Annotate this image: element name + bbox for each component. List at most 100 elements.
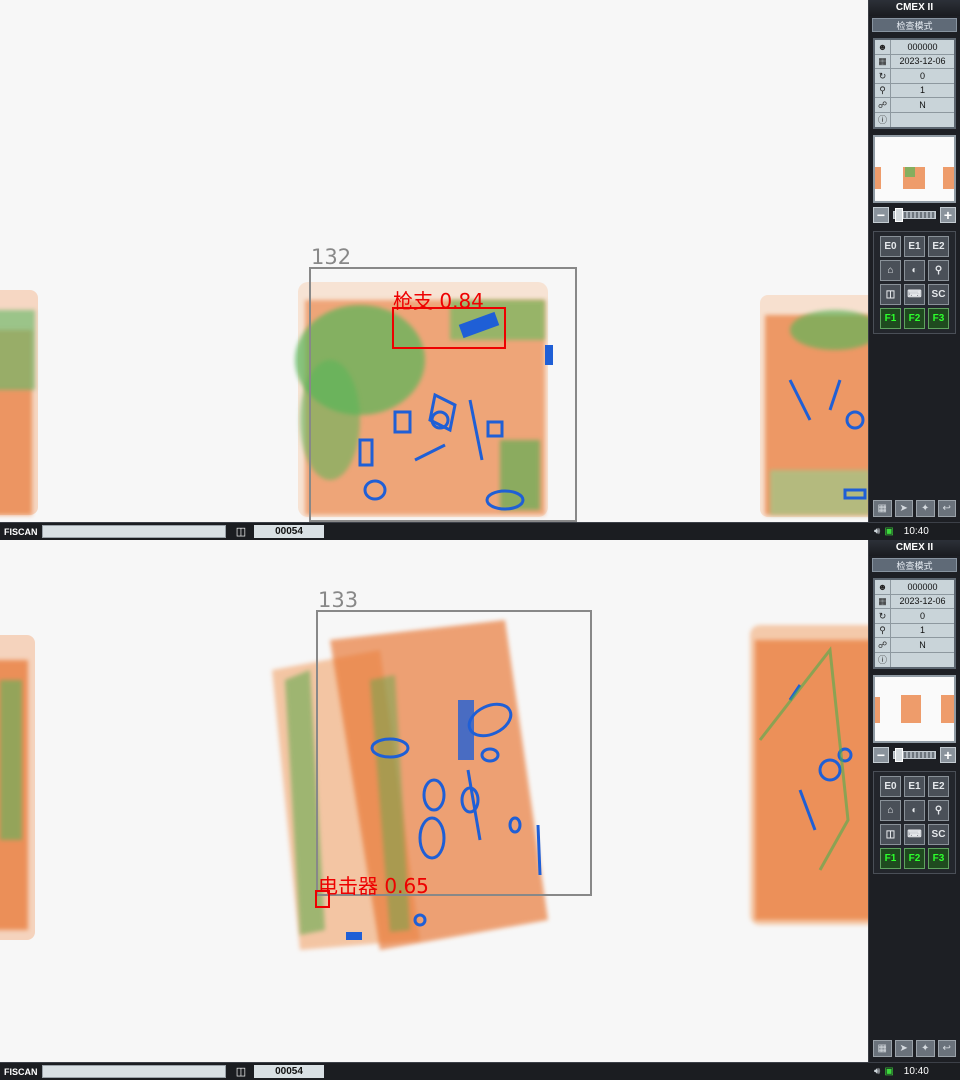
e2-button[interactable]: E2 bbox=[928, 776, 949, 797]
keyboard-icon[interactable]: ⌨ bbox=[904, 284, 925, 305]
zoom-slider[interactable]: − + bbox=[873, 207, 956, 223]
magnify-icon: ⚲ bbox=[875, 623, 891, 638]
network-icon: ☍ bbox=[875, 97, 891, 112]
mode-indicator: 检查模式 bbox=[872, 558, 957, 572]
panel-footer: ▦ ➤ ✦ ↩ bbox=[873, 1040, 956, 1058]
e0-button[interactable]: E0 bbox=[880, 776, 901, 797]
xray-viewport[interactable]: 133 电击器 0.65 bbox=[0, 540, 868, 1062]
bag-number-label: 132 bbox=[311, 245, 352, 269]
status-bar: FISCAN ◫ 00054 🔊︎ ▣ 10:40 bbox=[0, 1062, 960, 1080]
scanner-screen-bottom: 133 电击器 0.65 CMEX II 检查模式 ☻ 000000 ▦ 2023-… bbox=[0, 540, 960, 1080]
speaker-icon[interactable]: 🔊︎ bbox=[874, 1066, 880, 1077]
zoom-out-button[interactable]: − bbox=[873, 747, 889, 763]
threat-label: 电击器 0.65 bbox=[318, 874, 429, 898]
luggage-icon: ◫ bbox=[235, 1065, 247, 1078]
overview-thumbnail[interactable] bbox=[873, 135, 956, 203]
f2-button[interactable]: F2 bbox=[904, 848, 925, 869]
bag-right-partial bbox=[750, 625, 868, 925]
threat-box[interactable] bbox=[392, 307, 506, 349]
compare-icon[interactable]: ◫ bbox=[880, 284, 901, 305]
panel-footer: ▦ ➤ ✦ ↩ bbox=[873, 500, 956, 518]
grid-icon[interactable]: ▦ bbox=[873, 500, 892, 517]
bag-right-partial bbox=[760, 295, 868, 517]
bag-counter: 00054 bbox=[254, 525, 324, 538]
info-row-count: ↻ 0 bbox=[875, 68, 954, 84]
sc-button[interactable]: SC bbox=[928, 824, 949, 845]
keyboard-icon[interactable]: ⌨ bbox=[904, 824, 925, 845]
f1-button[interactable]: F1 bbox=[880, 848, 901, 869]
speaker-icon[interactable]: 🔊︎ bbox=[874, 526, 880, 537]
xray-viewport[interactable]: 132 枪支 0.84 bbox=[0, 0, 868, 522]
home-icon[interactable]: ⌂ bbox=[880, 260, 901, 281]
info-icon: ⓘ bbox=[875, 652, 891, 667]
network-status-icon[interactable]: ▣ bbox=[884, 1066, 893, 1077]
counter-icon: ↻ bbox=[875, 68, 891, 83]
info-row-info: ⓘ bbox=[875, 652, 954, 668]
info-table: ☻ 000000 ▦ 2023-12-06 ↻ 0 ⚲ 1 ☍ N ⓘ bbox=[873, 578, 956, 669]
exit-icon[interactable]: ↩ bbox=[937, 1040, 956, 1057]
zoom-in-button[interactable]: + bbox=[940, 747, 956, 763]
zoom-handle[interactable] bbox=[895, 208, 903, 222]
contrast-icon[interactable]: ◐ bbox=[904, 800, 925, 821]
info-table: ☻ 000000 ▦ 2023-12-06 ↻ 0 ⚲ 1 ☍ N ⓘ bbox=[873, 38, 956, 129]
bag-detection-frame bbox=[316, 610, 592, 896]
compare-icon[interactable]: ◫ bbox=[880, 824, 901, 845]
info-row-date: ▦ 2023-12-06 bbox=[875, 594, 954, 609]
calendar-icon: ▦ bbox=[875, 54, 891, 69]
home-icon[interactable]: ⌂ bbox=[880, 800, 901, 821]
bag-left-partial bbox=[0, 635, 35, 940]
system-tray: 🔊︎ ▣ 10:40 bbox=[868, 523, 960, 540]
f3-button[interactable]: F3 bbox=[928, 308, 949, 329]
clock: 10:40 bbox=[903, 1066, 929, 1077]
info-row-operator: ☻ 000000 bbox=[875, 579, 954, 595]
f3-button[interactable]: F3 bbox=[928, 848, 949, 869]
zoom-in-button[interactable]: + bbox=[940, 207, 956, 223]
contrast-icon[interactable]: ◐ bbox=[904, 260, 925, 281]
network-status-icon[interactable]: ▣ bbox=[884, 526, 893, 537]
brand-label: FISCAN bbox=[4, 526, 38, 537]
e0-button[interactable]: E0 bbox=[880, 236, 901, 257]
arrow-icon[interactable]: ➤ bbox=[894, 500, 913, 517]
tools-icon[interactable]: ✦ bbox=[916, 1040, 935, 1057]
overview-thumbnail[interactable] bbox=[873, 675, 956, 743]
grid-icon[interactable]: ▦ bbox=[873, 1040, 892, 1057]
clock: 10:40 bbox=[903, 526, 929, 537]
info-row-zoom: ⚲ 1 bbox=[875, 83, 954, 98]
e1-button[interactable]: E1 bbox=[904, 776, 925, 797]
zoom-slider[interactable]: − + bbox=[873, 747, 956, 763]
f2-button[interactable]: F2 bbox=[904, 308, 925, 329]
threat-box[interactable] bbox=[315, 890, 330, 908]
operator-icon: ☻ bbox=[875, 579, 891, 594]
e1-button[interactable]: E1 bbox=[904, 236, 925, 257]
scanner-screen-top: 132 枪支 0.84 CMEX II 检查模式 ☻ 000000 ▦ 2023-1… bbox=[0, 0, 960, 540]
bag-number-label: 133 bbox=[318, 588, 359, 612]
calendar-icon: ▦ bbox=[875, 594, 891, 609]
tools-icon[interactable]: ✦ bbox=[916, 500, 935, 517]
bag-left-partial bbox=[0, 290, 38, 515]
status-bar: FISCAN ◫ 00054 🔊︎ ▣ 10:40 bbox=[0, 522, 960, 540]
scan-progress-bar bbox=[42, 1065, 226, 1078]
magnifier-icon[interactable]: ⚲ bbox=[928, 800, 949, 821]
info-row-operator: ☻ 000000 bbox=[875, 39, 954, 55]
arrow-icon[interactable]: ➤ bbox=[894, 1040, 913, 1057]
control-panel: CMEX II 检查模式 ☻ 000000 ▦ 2023-12-06 ↻ 0 ⚲ 1 ☍… bbox=[868, 0, 960, 522]
luggage-icon: ◫ bbox=[235, 525, 247, 538]
f1-button[interactable]: F1 bbox=[880, 308, 901, 329]
exit-icon[interactable]: ↩ bbox=[937, 500, 956, 517]
sc-button[interactable]: SC bbox=[928, 284, 949, 305]
system-tray: 🔊︎ ▣ 10:40 bbox=[868, 1063, 960, 1080]
info-row-network: ☍ N bbox=[875, 97, 954, 113]
info-row-network: ☍ N bbox=[875, 637, 954, 653]
network-icon: ☍ bbox=[875, 637, 891, 652]
mode-indicator: 检查模式 bbox=[872, 18, 957, 32]
control-panel: CMEX II 检查模式 ☻ 000000 ▦ 2023-12-06 ↻ 0 ⚲ 1 ☍… bbox=[868, 540, 960, 1062]
zoom-handle[interactable] bbox=[895, 748, 903, 762]
info-row-info: ⓘ bbox=[875, 112, 954, 128]
zoom-out-button[interactable]: − bbox=[873, 207, 889, 223]
counter-icon: ↻ bbox=[875, 608, 891, 623]
bag-counter: 00054 bbox=[254, 1065, 324, 1078]
e2-button[interactable]: E2 bbox=[928, 236, 949, 257]
info-row-zoom: ⚲ 1 bbox=[875, 623, 954, 638]
function-keypad: E0 E1 E2 ⌂ ◐ ⚲ ◫ ⌨ SC F1 F2 F3 bbox=[873, 771, 956, 874]
magnifier-icon[interactable]: ⚲ bbox=[928, 260, 949, 281]
